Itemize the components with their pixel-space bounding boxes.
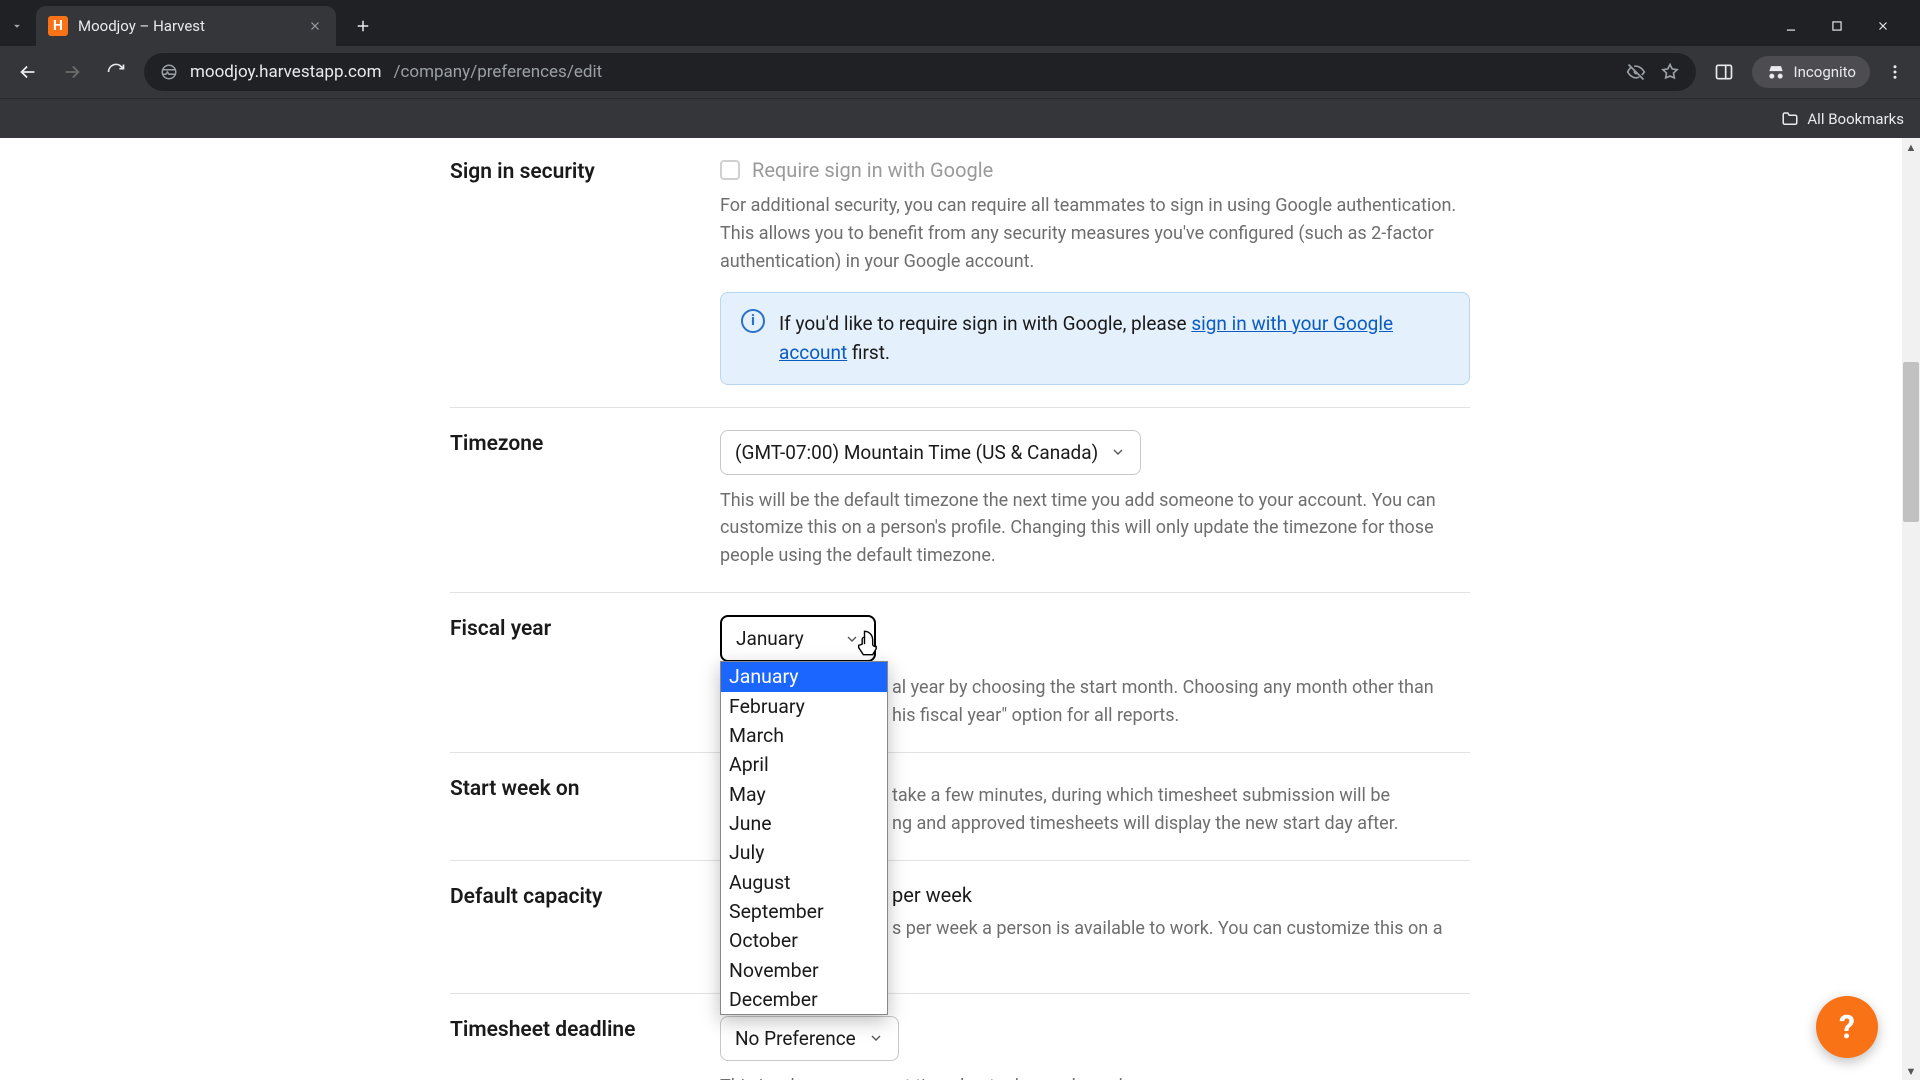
callout-post: first. [847,341,890,364]
arrow-left-icon [17,61,39,83]
timezone-select[interactable]: (GMT-07:00) Mountain Time (US & Canada) [720,430,1141,475]
google-signin-callout: i If you'd like to require sign in with … [720,292,1470,385]
tab-bar: H Moodjoy – Harvest [0,0,1920,46]
label-default-capacity: Default capacity [450,883,710,971]
window-controls [1782,17,1912,35]
arrow-right-icon [61,61,83,83]
help-fab-label: ? [1839,1008,1855,1046]
fiscal-year-option[interactable]: August [721,868,887,897]
label-timezone: Timezone [450,430,710,571]
tab-title: Moodjoy – Harvest [78,17,296,35]
settings-page: Sign in security Require sign in with Go… [0,138,1920,1080]
sign-in-help: For additional security, you can require… [720,192,1470,276]
deadline-help: This is when you expect timesheets due e… [720,1073,1470,1080]
browser-menu-button[interactable] [1882,63,1908,81]
incognito-icon [1766,62,1786,82]
label-timesheet-deadline: Timesheet deadline [450,1016,710,1080]
close-icon [308,19,322,33]
chevron-down-icon [1110,444,1126,460]
row-timezone: Timezone (GMT-07:00) Mountain Time (US &… [450,408,1470,594]
label-sign-in-security: Sign in security [450,158,710,385]
new-tab-button[interactable] [348,11,378,41]
fiscal-year-option[interactable]: May [721,780,887,809]
row-default-capacity: Default capacity per week s per week a p… [450,861,1470,994]
fiscal-year-option[interactable]: November [721,956,887,985]
panel-icon [1714,62,1734,82]
row-start-week: Start week on placeholder take a few min… [450,753,1470,861]
chevron-down-icon [844,631,860,647]
address-bar[interactable]: moodjoy.harvestapp.com/company/preferenc… [144,53,1696,91]
help-fab-button[interactable]: ? [1816,996,1878,1058]
row-fiscal-year: Fiscal year January al year by choosing … [450,593,1470,753]
deadline-value: No Preference [735,1027,856,1050]
kebab-icon [1886,63,1904,81]
chevron-down-icon [10,19,24,33]
fiscal-year-option[interactable]: June [721,809,887,838]
page-viewport: ▲ ▼ Sign in security Require sign in wit… [0,138,1920,1080]
maximize-button[interactable] [1828,17,1846,35]
capacity-unit: per week [892,883,972,907]
timezone-value: (GMT-07:00) Mountain Time (US & Canada) [735,441,1098,464]
site-info-icon[interactable] [160,63,178,81]
all-bookmarks-button[interactable]: All Bookmarks [1781,110,1904,128]
fiscal-year-option[interactable]: April [721,750,887,779]
browser-tab[interactable]: H Moodjoy – Harvest [36,6,336,46]
fiscal-year-option[interactable]: July [721,838,887,867]
fiscal-year-select[interactable]: January [720,615,876,662]
eye-off-icon[interactable] [1626,62,1646,82]
require-google-checkbox[interactable] [720,160,740,180]
close-tab-button[interactable] [306,17,324,35]
require-google-label: Require sign in with Google [752,158,993,182]
chevron-down-icon [868,1030,884,1046]
timezone-help: This will be the default timezone the ne… [720,487,1470,571]
minimize-button[interactable] [1782,17,1800,35]
deadline-select[interactable]: No Preference [720,1016,899,1061]
url-path: /company/preferences/edit [393,62,602,82]
fiscal-year-option[interactable]: January [721,662,887,691]
fiscal-year-option[interactable]: October [721,926,887,955]
browser-toolbar: moodjoy.harvestapp.com/company/preferenc… [0,46,1920,98]
incognito-indicator[interactable]: Incognito [1752,56,1870,88]
fiscal-year-option[interactable]: February [721,692,887,721]
fiscal-year-value: January [736,627,804,650]
label-start-week: Start week on [450,775,710,838]
reload-icon [106,62,126,82]
fiscal-year-option[interactable]: September [721,897,887,926]
tab-search-dropdown[interactable] [8,17,26,35]
fiscal-year-dropdown[interactable]: JanuaryFebruaryMarchAprilMayJuneJulyAugu… [720,661,888,1015]
harvest-favicon-icon: H [48,16,68,36]
url-host: moodjoy.harvestapp.com [190,62,381,82]
back-button[interactable] [12,56,44,88]
fiscal-year-option[interactable]: March [721,721,887,750]
callout-pre: If you'd like to require sign in with Go… [779,312,1191,335]
all-bookmarks-label: All Bookmarks [1807,110,1904,128]
side-panel-button[interactable] [1708,56,1740,88]
close-window-button[interactable] [1874,17,1892,35]
info-icon: i [741,309,765,333]
row-sign-in-security: Sign in security Require sign in with Go… [450,158,1470,408]
folder-icon [1781,110,1799,128]
incognito-label: Incognito [1794,63,1856,81]
forward-button[interactable] [56,56,88,88]
star-icon[interactable] [1660,62,1680,82]
label-fiscal-year: Fiscal year [450,615,710,730]
reload-button[interactable] [100,56,132,88]
row-timesheet-deadline: Timesheet deadline No Preference This is… [450,994,1470,1080]
fiscal-year-option[interactable]: December [721,985,887,1014]
browser-chrome: H Moodjoy – Harvest [0,0,1920,138]
settings-form: Sign in security Require sign in with Go… [450,158,1470,1080]
plus-icon [354,17,372,35]
bookmarks-bar: All Bookmarks [0,98,1920,138]
